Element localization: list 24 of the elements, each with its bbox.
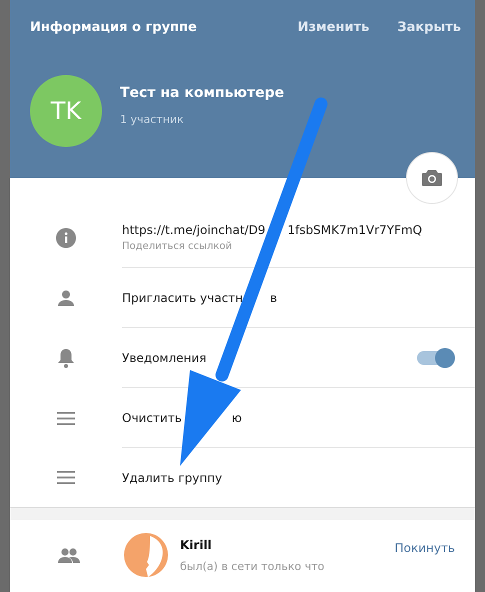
member-status: был(а) в сети только что: [180, 560, 326, 572]
menu-icon: [57, 471, 75, 484]
menu-item[interactable]: Удалить группу: [122, 470, 222, 484]
dialog-title: Информация о группе: [30, 20, 197, 35]
notifications-toggle[interactable]: [417, 350, 453, 364]
invite-link[interactable]: 1fsbSMK7m1Vr7YFmQ: [287, 223, 422, 237]
leave-button[interactable]: Покинуть: [394, 541, 455, 555]
group-avatar: TK: [30, 75, 102, 147]
invite-link[interactable]: https://t.me/joinchat/D9: [122, 223, 266, 237]
camera-button[interactable]: [406, 152, 458, 204]
bell-icon: [58, 348, 74, 368]
member-name: Kirill: [180, 538, 213, 552]
member-count: 1 участник: [120, 112, 185, 126]
menu-icon: [57, 412, 75, 424]
camera-icon: [422, 170, 442, 186]
share-link-caption: Поделиться ссылкой: [122, 241, 232, 252]
group-name: Тест на компьютере: [120, 84, 284, 100]
row-label: Уведомления: [122, 350, 206, 364]
menu-item[interactable]: Очистить ю: [122, 410, 242, 424]
person-icon: [58, 290, 74, 306]
group-icon: [58, 548, 80, 562]
menu-item[interactable]: Пригласить участн в: [122, 290, 278, 304]
info-icon: [56, 228, 76, 248]
member-avatar: [124, 533, 168, 577]
